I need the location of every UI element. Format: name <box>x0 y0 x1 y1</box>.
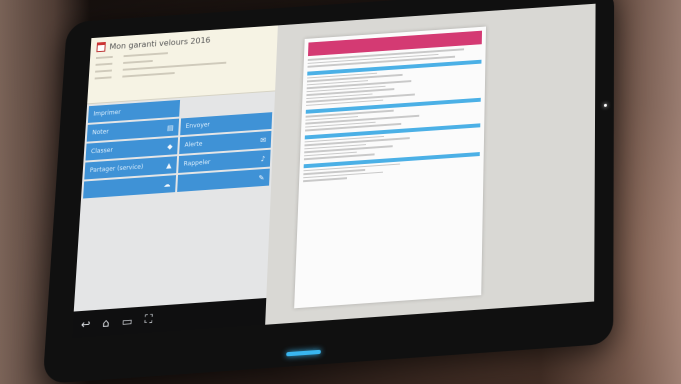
screenshot-icon[interactable]: ⛶ <box>144 312 153 327</box>
tile-label: Partager (service) <box>89 163 144 175</box>
document-icon <box>96 41 106 53</box>
cloud-icon: ☁ <box>163 179 171 189</box>
mail-icon: ✉ <box>260 135 267 145</box>
pen-icon: ✎ <box>258 173 265 182</box>
tablet-screen: Mon garanti velours 2016 Imprimer Noter ▤… <box>71 3 596 339</box>
tile-pen[interactable]: ✎ <box>177 168 270 192</box>
document-preview-pane <box>265 3 596 325</box>
action-tile-grid: Imprimer Noter ▤ Envoyer Classer ◆ Alerte ✉… <box>81 91 275 200</box>
info-key <box>94 74 123 80</box>
back-icon[interactable]: ↩ <box>81 317 91 331</box>
printer-icon: ▤ <box>166 123 174 132</box>
bell-icon: ♪ <box>260 154 266 163</box>
left-pane: Mon garanti velours 2016 Imprimer Noter ▤… <box>71 25 278 339</box>
info-key <box>95 53 124 60</box>
document-page[interactable] <box>294 26 487 309</box>
status-led <box>603 103 607 107</box>
info-key <box>95 67 123 73</box>
android-nav-bar: ↩ ⌂ ▭ ⛶ <box>71 297 275 339</box>
info-key <box>95 60 124 66</box>
tile-label: Noter <box>91 128 109 137</box>
tile-label: Classer <box>90 146 114 156</box>
photo-scene: Mon garanti velours 2016 Imprimer Noter ▤… <box>0 0 681 384</box>
stamp-icon: ▲ <box>166 161 172 170</box>
recent-apps-icon[interactable]: ▭ <box>121 314 132 328</box>
tile-label: Imprimer <box>93 108 121 118</box>
tile-label: Alerte <box>184 140 203 149</box>
tablet-device: Mon garanti velours 2016 Imprimer Noter ▤… <box>42 0 615 384</box>
tile-label: Rappeler <box>183 158 211 168</box>
home-icon[interactable]: ⌂ <box>102 316 110 330</box>
tile-label: Envoyer <box>185 121 211 130</box>
tag-icon: ◆ <box>167 142 173 151</box>
home-indicator-light <box>286 349 321 357</box>
